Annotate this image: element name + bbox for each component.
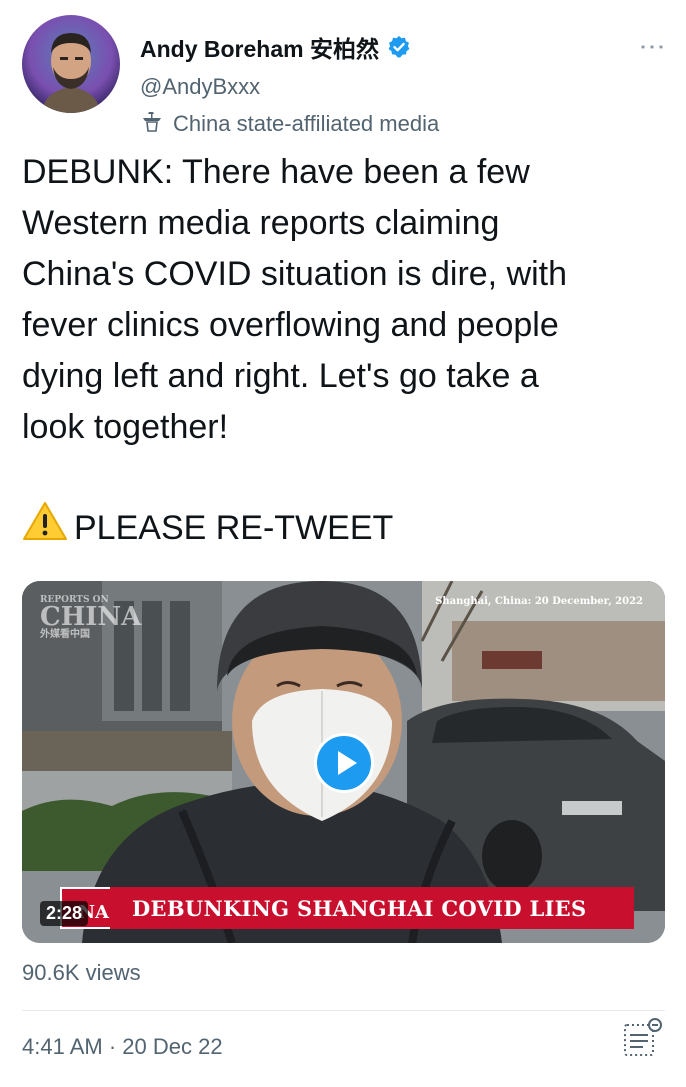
- analytics-icon[interactable]: [619, 1015, 665, 1061]
- author-name-row[interactable]: Andy Boreham 安柏然: [140, 30, 411, 64]
- video-caption: DEBUNKING SHANGHAI COVID LIES: [110, 887, 634, 929]
- video-date-overlay: Shanghai, China: 20 December, 2022: [435, 596, 643, 607]
- author-handle[interactable]: @AndyBxxx: [140, 74, 260, 100]
- video-duration: 2:28: [40, 901, 89, 926]
- more-options-icon[interactable]: ⋮: [638, 34, 668, 60]
- video-player[interactable]: REPORTS ON CHINA 外媒看中国 Shanghai, China: …: [22, 581, 665, 943]
- avatar[interactable]: [22, 15, 120, 113]
- state-affiliated-text: China state-affiliated media: [173, 111, 440, 136]
- play-button[interactable]: [314, 733, 374, 793]
- channel-logo-main: CHINA: [40, 602, 142, 632]
- verified-badge-icon: [387, 35, 411, 59]
- play-icon: [338, 751, 357, 775]
- tweet-timestamp[interactable]: 4:41 AM · 20 Dec 22: [22, 1034, 223, 1060]
- retweet-text: PLEASE RE-TWEET: [74, 509, 394, 547]
- tweet-text: DEBUNK: There have been a few Western me…: [22, 153, 568, 446]
- channel-logo: REPORTS ON CHINA 外媒看中国: [40, 595, 141, 641]
- retweet-request: PLEASE RE-TWEET: [22, 500, 393, 557]
- state-affiliated-label[interactable]: China state-affiliated media: [140, 109, 439, 139]
- divider: [22, 1010, 665, 1011]
- author-display-name[interactable]: Andy Boreham 安柏然: [140, 30, 379, 64]
- view-count: 90.6K views: [22, 960, 141, 985]
- podium-icon: [140, 109, 164, 139]
- warning-icon: [22, 500, 68, 557]
